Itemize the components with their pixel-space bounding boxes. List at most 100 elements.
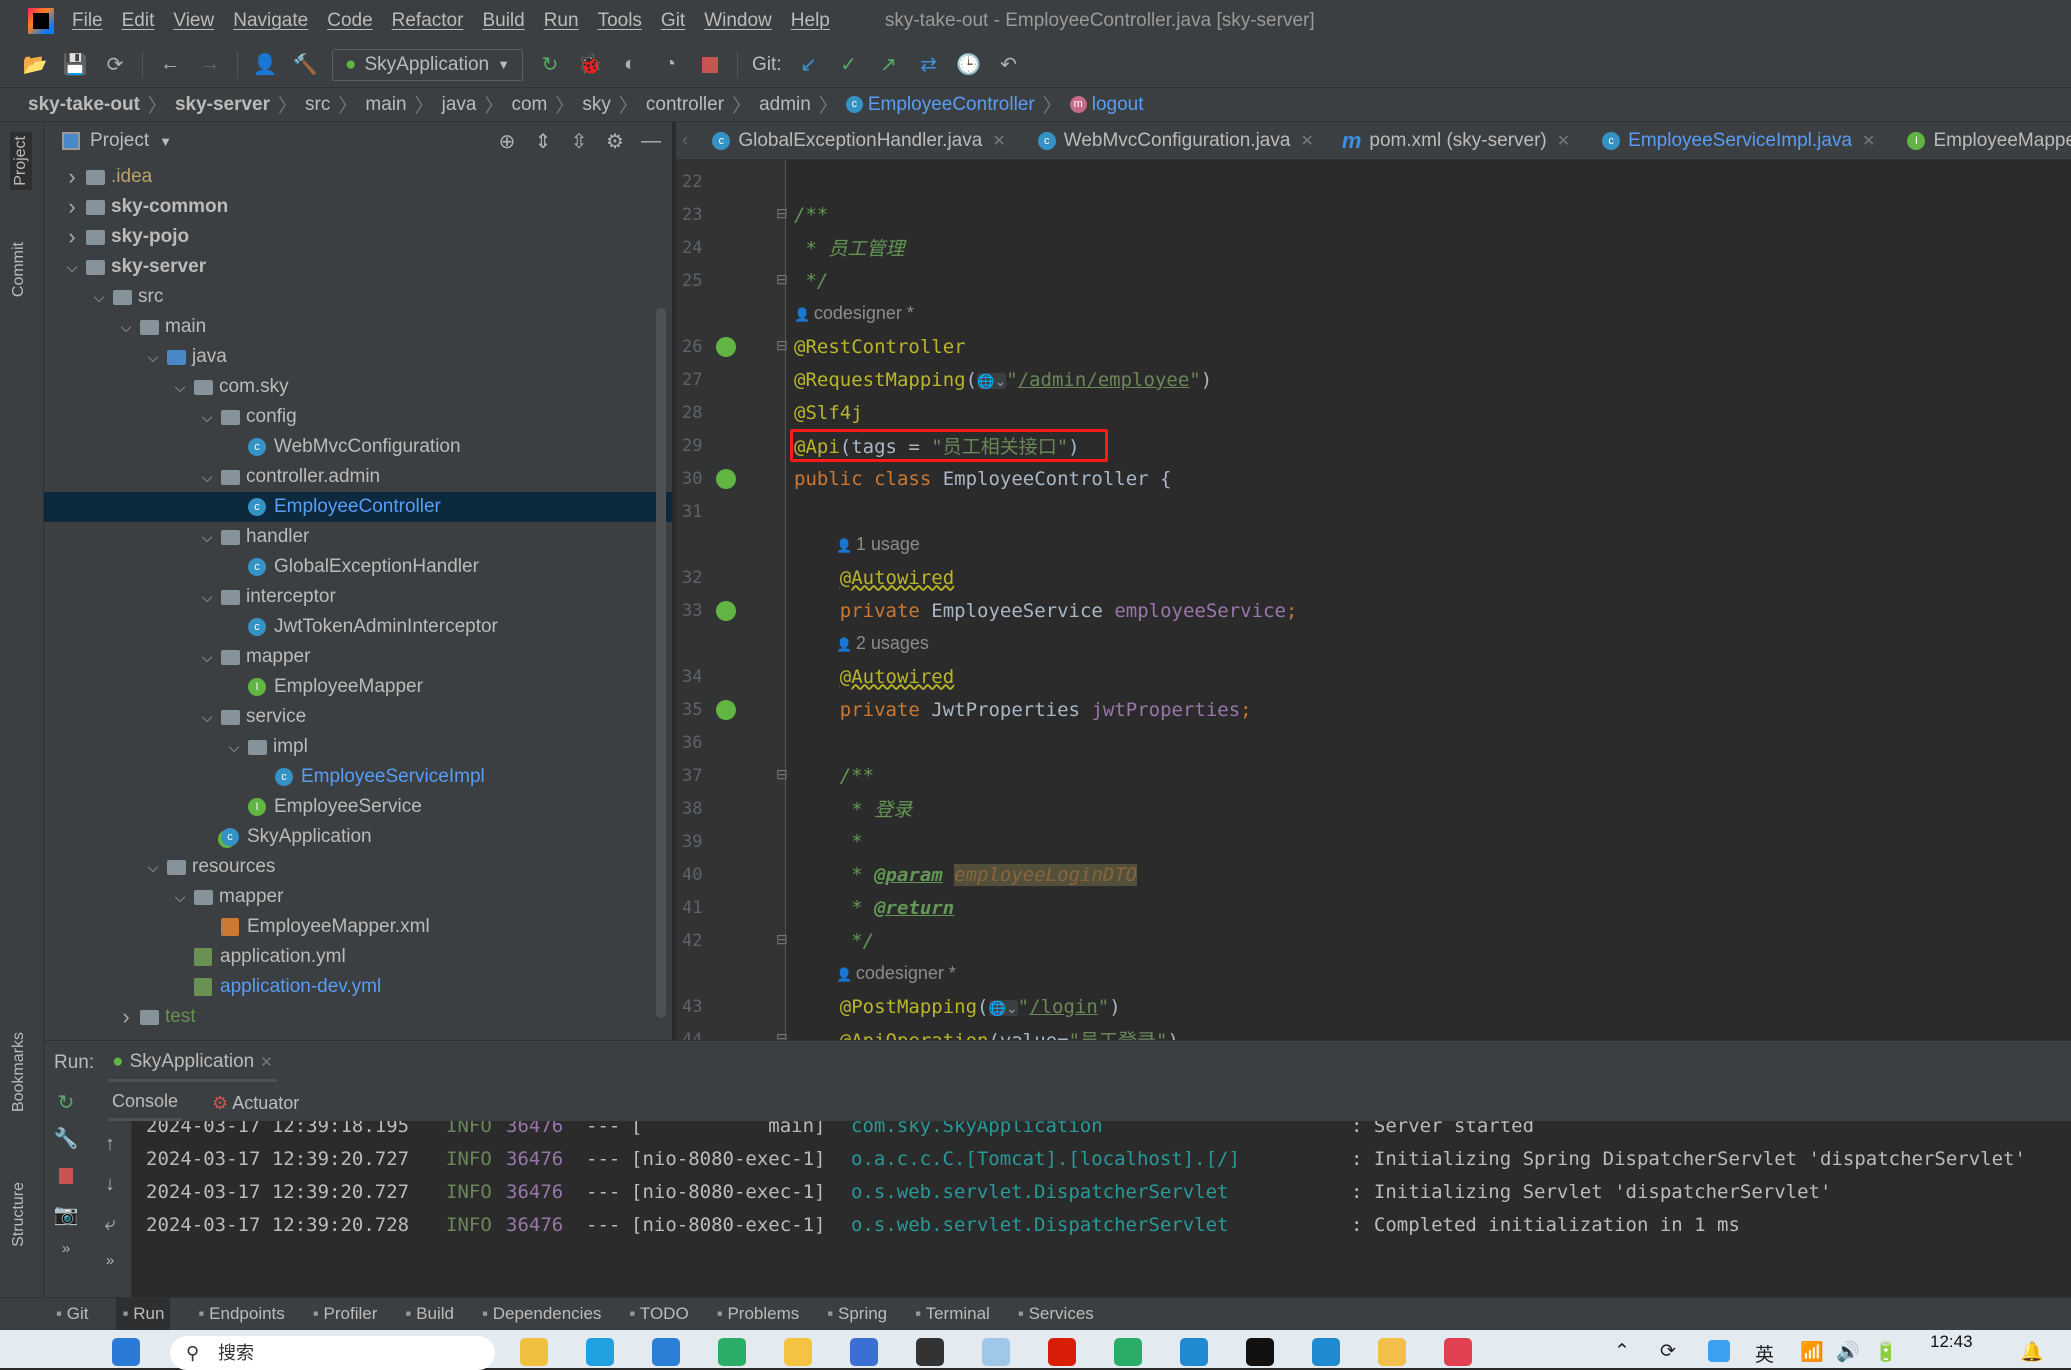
windows-start-icon[interactable] — [112, 1338, 140, 1366]
scroll-up-icon[interactable]: ↑ — [97, 1131, 123, 1157]
more-icon[interactable]: » — [53, 1235, 79, 1261]
spring-bean-icon[interactable] — [716, 468, 736, 489]
tool-window-git[interactable]: ▪ Git — [56, 1304, 88, 1324]
tree-item[interactable]: ⌵ sky-server — [44, 252, 672, 282]
tree-item[interactable]: › test — [44, 1002, 672, 1032]
hide-icon[interactable]: — — [638, 128, 664, 154]
chevron-down-icon[interactable]: ⌵ — [116, 319, 136, 336]
chevron-down-icon[interactable]: ⌵ — [197, 529, 217, 546]
chevron-down-icon[interactable]: ⌵ — [170, 889, 190, 906]
wifi-icon[interactable]: 📶 — [1800, 1340, 1824, 1364]
chevron-down-icon[interactable]: ▼ — [159, 134, 172, 149]
tree-item[interactable]: application.yml — [44, 942, 672, 972]
vscode-icon[interactable] — [1180, 1338, 1208, 1366]
breadcrumb-item[interactable]: sky-server — [175, 94, 270, 116]
save-icon[interactable]: 💾 — [62, 52, 88, 78]
tree-item[interactable]: c SkyApplication — [44, 822, 672, 852]
tree-item[interactable]: ⌵ service — [44, 702, 672, 732]
tool-window-problems[interactable]: ▪ Problems — [717, 1304, 800, 1324]
chevron-down-icon[interactable]: ⌵ — [197, 469, 217, 486]
breadcrumb-item[interactable]: admin — [759, 94, 811, 116]
tool-window-services[interactable]: ▪ Services — [1018, 1304, 1094, 1324]
clock[interactable]: 12:43 — [1930, 1332, 1973, 1352]
open-folder-icon[interactable]: 📂 — [22, 52, 48, 78]
tree-item[interactable]: ⌵ src — [44, 282, 672, 312]
history-icon[interactable]: 🕒 — [956, 52, 982, 78]
close-icon[interactable]: ✕ — [1557, 131, 1570, 151]
code-editor[interactable]: ⊟ ⊟ ⊟ ⊟ ⊟ ⊟ 22 23/** 24 * 员工管理 25 */👤 codesigner… — [676, 160, 2071, 1040]
globe-icon[interactable]: 🌐⌄ — [988, 999, 1018, 1016]
rerun-icon[interactable]: ↻ — [537, 52, 563, 78]
chevron-down-icon[interactable]: ⌵ — [197, 589, 217, 606]
rerun-icon[interactable]: ↻ — [53, 1089, 79, 1115]
tool-window-dependencies[interactable]: ▪ Dependencies — [482, 1304, 601, 1324]
run-tab-skyapplication[interactable]: ● SkyApplication ✕ — [108, 1045, 277, 1082]
tree-item[interactable]: ⌵ resources — [44, 852, 672, 882]
tree-item[interactable]: ⌵ config — [44, 402, 672, 432]
tree-item[interactable]: › .idea — [44, 162, 672, 192]
chevron-down-icon[interactable]: ⌵ — [197, 709, 217, 726]
spring-bean-icon[interactable] — [716, 699, 736, 720]
app2-icon[interactable] — [1378, 1338, 1406, 1366]
stop-icon[interactable] — [697, 52, 723, 78]
forward-icon[interactable]: → — [197, 52, 223, 78]
menu-code[interactable]: Code — [327, 10, 372, 32]
menu-refactor[interactable]: Refactor — [392, 10, 464, 32]
chevron-up-icon[interactable]: ⌃ — [1614, 1340, 1630, 1363]
menu-edit[interactable]: Edit — [122, 10, 155, 32]
app-icon[interactable] — [916, 1338, 944, 1366]
git-update-icon[interactable]: ↙ — [796, 52, 822, 78]
ime-indicator[interactable]: 英 — [1755, 1340, 1774, 1367]
profile-icon[interactable]: ◔ — [657, 52, 683, 78]
project-view-select[interactable]: Project — [90, 130, 149, 152]
breadcrumb-item[interactable]: main — [365, 94, 406, 116]
sync-icon[interactable]: ⟳ — [102, 52, 128, 78]
menu-build[interactable]: Build — [482, 10, 524, 32]
run-configuration-select[interactable]: ● SkyApplication ▼ — [332, 48, 523, 81]
wrench-icon[interactable]: 🔧 — [53, 1125, 79, 1151]
close-icon[interactable]: ✕ — [260, 1053, 273, 1071]
chevron-right-icon[interactable]: › — [116, 1004, 136, 1030]
tab-console[interactable]: Console — [108, 1085, 183, 1121]
chevron-down-icon[interactable]: ⌵ — [89, 289, 109, 306]
more-icon[interactable]: » — [97, 1247, 123, 1273]
tool-window-build[interactable]: ▪ Build — [405, 1304, 454, 1324]
menu-run[interactable]: Run — [544, 10, 579, 32]
edge-beta-icon[interactable] — [652, 1338, 680, 1366]
tree-item[interactable]: ⌵ com.sky — [44, 372, 672, 402]
sync-tray-icon[interactable]: ⟳ — [1660, 1340, 1676, 1363]
app3-icon[interactable] — [1444, 1338, 1472, 1366]
menu-window[interactable]: Window — [704, 10, 772, 32]
menu-view[interactable]: View — [173, 10, 214, 32]
tool-window-terminal[interactable]: ▪ Terminal — [915, 1304, 990, 1324]
close-icon[interactable]: ✕ — [1300, 131, 1313, 151]
breadcrumb-item[interactable]: src — [305, 94, 330, 116]
tab-structure[interactable]: Structure — [10, 1182, 28, 1247]
tool-window-endpoints[interactable]: ▪ Endpoints — [198, 1304, 284, 1324]
menu-navigate[interactable]: Navigate — [233, 10, 308, 32]
debug-icon[interactable]: 🐞 — [577, 52, 603, 78]
git-merge-icon[interactable]: ⇄ — [916, 52, 942, 78]
chevron-down-icon[interactable]: ⌵ — [224, 739, 244, 756]
camera-icon[interactable]: 📷 — [53, 1201, 79, 1227]
rollback-icon[interactable]: ↶ — [996, 52, 1022, 78]
notification-bell-icon[interactable]: 🔔 — [2020, 1340, 2044, 1364]
breadcrumb-item[interactable]: com — [511, 94, 547, 116]
editor-tab[interactable]: c EmployeeServiceImpl.java ✕ — [1584, 122, 1889, 159]
folder-icon[interactable] — [784, 1338, 812, 1366]
tree-item[interactable]: EmployeeMapper.xml — [44, 912, 672, 942]
tree-item[interactable]: ⌵ mapper — [44, 882, 672, 912]
taskbar-search[interactable]: ⚲ 搜索 — [170, 1336, 495, 1370]
tab-bookmarks[interactable]: Bookmarks — [10, 1032, 28, 1112]
breadcrumb-item[interactable]: sky — [582, 94, 611, 116]
spring-bean-icon[interactable] — [716, 600, 736, 621]
globe-icon[interactable]: 🌐⌄ — [977, 372, 1007, 389]
collapse-all-icon[interactable]: ⇳ — [566, 128, 592, 154]
build-hammer-icon[interactable]: 🔨 — [292, 52, 318, 78]
stop-icon[interactable] — [53, 1163, 79, 1189]
gear-icon[interactable]: ⚙ — [602, 128, 628, 154]
tool-window-todo[interactable]: ▪ TODO — [629, 1304, 688, 1324]
tree-item[interactable]: ⌵ interceptor — [44, 582, 672, 612]
tab-project[interactable]: Project — [10, 132, 32, 190]
store-icon[interactable] — [850, 1338, 878, 1366]
